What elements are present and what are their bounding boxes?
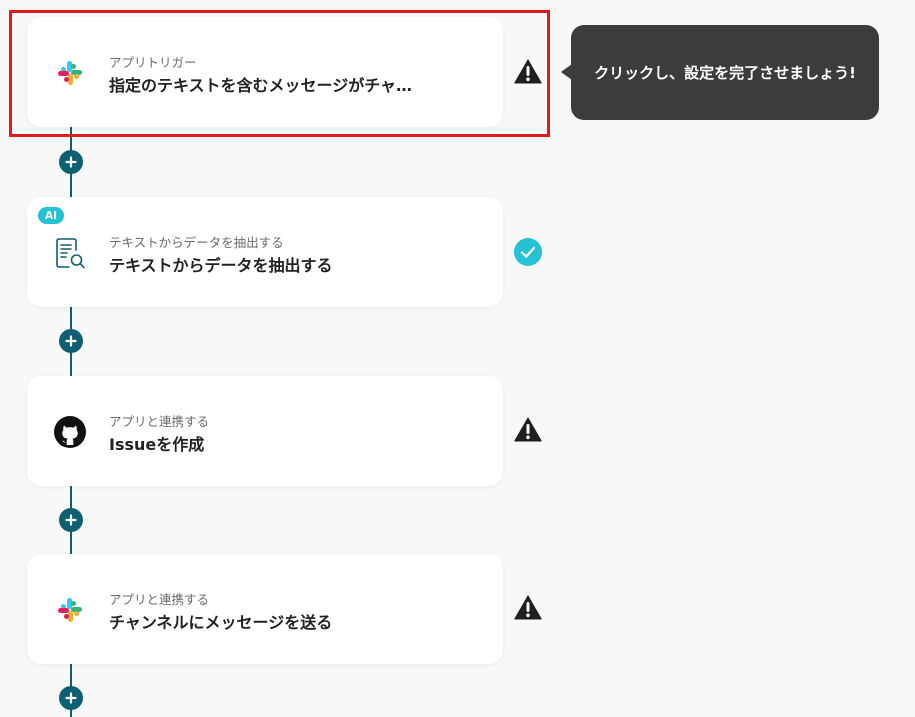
step-subtitle: テキストからデータを抽出する (109, 235, 284, 250)
add-step-button[interactable] (59, 508, 83, 532)
tooltip-text: クリックし、設定を完了させましょう! (594, 64, 856, 82)
step-subtitle: アプリと連携する (109, 414, 210, 429)
check-icon (512, 237, 544, 267)
add-step-button[interactable] (59, 329, 83, 353)
slack-icon (53, 593, 87, 627)
plus-icon (65, 514, 77, 526)
warning-icon (512, 56, 544, 86)
warning-icon (512, 592, 544, 622)
step-card-github-issue[interactable]: アプリと連携する Issueを作成 (27, 376, 503, 486)
document-search-icon (53, 236, 87, 270)
step-title: チャンネルにメッセージを送る (109, 613, 333, 632)
flow-canvas: アプリトリガー 指定のテキストを含むメッセージがチャ… クリックし、設定を完了さ… (0, 0, 915, 717)
setup-tooltip: クリックし、設定を完了させましょう! (571, 25, 879, 120)
github-icon (53, 415, 87, 449)
ai-badge: AI (38, 207, 64, 224)
step-title: Issueを作成 (109, 435, 205, 454)
add-step-button[interactable] (59, 686, 83, 710)
plus-icon (65, 156, 77, 168)
step-title: テキストからデータを抽出する (109, 256, 333, 275)
step-card-ai-extract[interactable]: テキストからデータを抽出する テキストからデータを抽出する (27, 197, 503, 307)
plus-icon (65, 692, 77, 704)
warning-icon (512, 414, 544, 444)
add-step-button[interactable] (59, 150, 83, 174)
step-subtitle: アプリと連携する (109, 592, 210, 607)
step-card-slack-send[interactable]: アプリと連携する チャンネルにメッセージを送る (27, 554, 503, 664)
plus-icon (65, 335, 77, 347)
selected-step-highlight (9, 10, 550, 137)
